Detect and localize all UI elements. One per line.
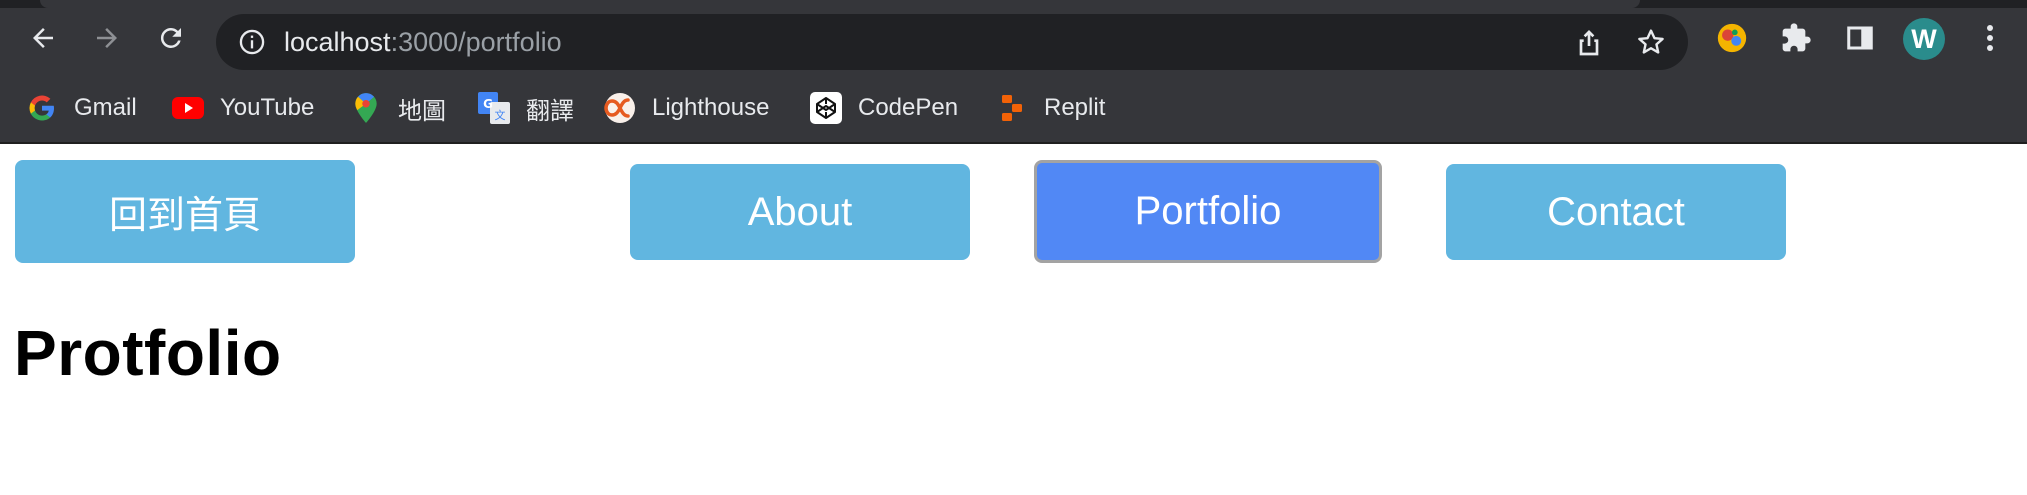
browser-toolbar: localhost:3000/portfolio W <box>0 8 2027 76</box>
arrow-left-icon <box>33 28 53 48</box>
back-button[interactable] <box>21 16 65 60</box>
bookmark-replit[interactable]: Replit <box>996 86 1105 130</box>
svg-text:文: 文 <box>495 108 506 122</box>
maps-icon <box>350 92 382 124</box>
bookmark-maps[interactable]: 地圖 <box>350 86 446 130</box>
svg-text:G: G <box>483 97 493 111</box>
bookmark-codepen[interactable]: CodePen <box>810 86 958 130</box>
about-button[interactable]: About <box>630 164 970 260</box>
browser-chrome: localhost:3000/portfolio W Gmail YouTube… <box>0 0 2027 144</box>
bookmark-label: 地圖 <box>398 97 446 125</box>
arrow-right-icon <box>97 28 117 48</box>
puzzle-icon <box>1782 23 1811 52</box>
extension-icon[interactable] <box>1714 20 1750 56</box>
codepen-icon <box>810 92 842 124</box>
google-icon <box>26 92 58 124</box>
side-panel-icon <box>1847 26 1873 50</box>
page-title: Protfolio <box>14 317 282 389</box>
bookmark-label: Replit <box>1044 94 1106 121</box>
url-path: :3000/portfolio <box>390 27 562 57</box>
bookmark-label: 翻譯 <box>526 97 574 125</box>
bookmark-label: CodePen <box>858 94 959 121</box>
portfolio-button[interactable]: Portfolio <box>1034 160 1382 263</box>
star-icon[interactable] <box>1635 26 1667 58</box>
bookmarks-bar: Gmail YouTube 地圖 G 文 翻譯 Lighthouse CodeP… <box>0 86 2027 130</box>
address-bar[interactable]: localhost:3000/portfolio <box>216 14 1688 70</box>
contact-button[interactable]: Contact <box>1446 164 1786 260</box>
lighthouse-icon <box>604 92 636 124</box>
bookmark-label: Gmail <box>74 94 137 121</box>
tab-strip <box>0 0 2027 8</box>
youtube-icon <box>172 92 204 124</box>
more-vertical-icon <box>1987 25 1993 51</box>
reload-button[interactable] <box>149 16 193 60</box>
active-tab[interactable] <box>40 0 1640 8</box>
side-panel-button[interactable] <box>1842 20 1878 56</box>
browser-menu-button[interactable] <box>1972 20 2008 56</box>
bookmark-gmail[interactable]: Gmail <box>26 86 137 130</box>
bookmark-lighthouse[interactable]: Lighthouse <box>604 86 769 130</box>
bookmark-label: Lighthouse <box>652 94 770 121</box>
url-text[interactable]: localhost:3000/portfolio <box>284 14 562 70</box>
forward-button[interactable] <box>85 16 129 60</box>
bookmark-label: YouTube <box>220 94 315 121</box>
replit-icon <box>996 92 1028 124</box>
toolbar-divider <box>0 142 2027 144</box>
colorful-extension-icon <box>1717 23 1747 53</box>
bookmark-youtube[interactable]: YouTube <box>172 86 314 130</box>
info-icon[interactable] <box>238 28 266 56</box>
profile-avatar[interactable]: W <box>1903 18 1945 60</box>
home-button[interactable]: 回到首頁 <box>15 160 355 263</box>
url-host: localhost <box>284 27 391 57</box>
reload-icon <box>160 27 181 48</box>
extensions-button[interactable] <box>1778 20 1814 56</box>
bookmark-translate[interactable]: G 文 翻譯 <box>478 86 574 130</box>
share-icon[interactable] <box>1573 26 1605 58</box>
translate-icon: G 文 <box>478 92 510 124</box>
